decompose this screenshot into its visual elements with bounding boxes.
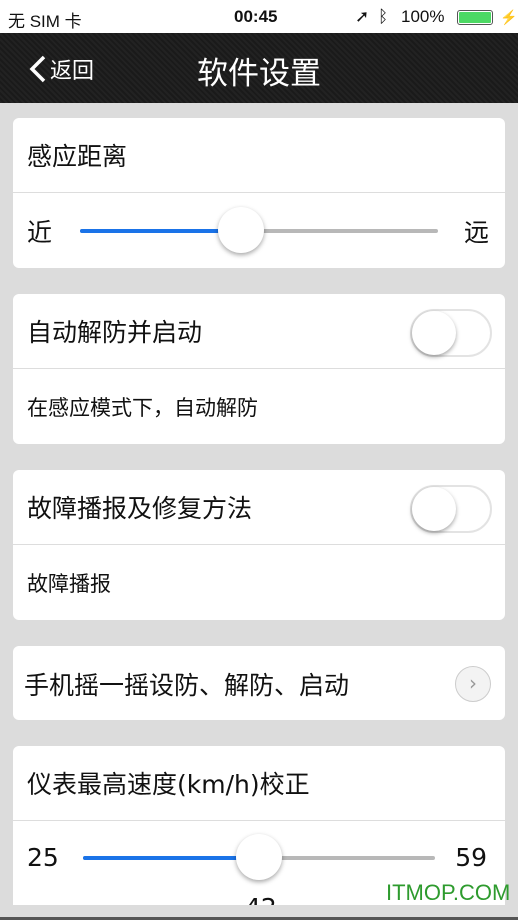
sensing-slider[interactable] xyxy=(80,207,438,253)
label: 手机摇一摇设防、解防、启动 xyxy=(24,670,350,700)
auto-disarm-toggle[interactable] xyxy=(410,309,492,357)
status-bar: 无 SIM 卡 00:45 ➚ ᛒ 100% ⚡ xyxy=(0,0,518,33)
slider-fill xyxy=(83,856,259,860)
battery-percent: 100% xyxy=(401,7,445,26)
watermark: ITMOP.COM xyxy=(386,880,511,905)
label: 仪表最高速度(km/h)校正 xyxy=(27,770,310,799)
sensing-card: 感应距离 近 远 xyxy=(13,118,505,268)
max-label: 59 xyxy=(455,843,487,872)
page-title: 软件设置 xyxy=(197,56,321,92)
bluetooth-icon: ᛒ xyxy=(378,7,389,26)
min-label: 25 xyxy=(27,843,59,872)
shake-row[interactable]: 手机摇一摇设防、解防、启动 › xyxy=(13,646,505,720)
label: 故障播报及修复方法 xyxy=(27,494,253,523)
fault-report-description: 故障播报 xyxy=(13,545,505,620)
speed-slider[interactable] xyxy=(83,834,435,880)
auto-disarm-row: 自动解防并启动 xyxy=(13,294,505,369)
speed-title: 仪表最高速度(km/h)校正 xyxy=(13,746,505,821)
auto-disarm-description: 在感应模式下，自动解防 xyxy=(13,369,505,444)
max-label: 远 xyxy=(463,217,489,247)
battery-icon xyxy=(457,10,493,25)
slider-fill xyxy=(80,229,242,233)
location-icon: ➚ xyxy=(355,7,370,26)
auto-disarm-card: 自动解防并启动 在感应模式下，自动解防 xyxy=(13,294,505,444)
sensing-title: 感应距离 xyxy=(13,118,505,193)
label: 自动解防并启动 xyxy=(27,318,203,347)
charging-icon: ⚡ xyxy=(500,9,518,25)
fault-report-card: 故障播报及修复方法 故障播报 xyxy=(13,470,505,620)
fault-report-row: 故障播报及修复方法 xyxy=(13,470,505,545)
label: 在感应模式下，自动解防 xyxy=(27,395,258,420)
nav-bar: 返回 软件设置 xyxy=(0,33,518,103)
bottom-edge xyxy=(0,905,518,920)
fault-report-toggle[interactable] xyxy=(410,485,492,533)
carrier: 无 SIM 卡 xyxy=(8,12,82,31)
slider-thumb[interactable] xyxy=(218,207,265,253)
label: 故障播报 xyxy=(27,571,111,596)
shake-card[interactable]: 手机摇一摇设防、解防、启动 › xyxy=(13,646,505,720)
min-label: 近 xyxy=(27,217,53,247)
time: 00:45 xyxy=(234,7,278,26)
chevron-right-icon[interactable]: › xyxy=(455,666,491,702)
sensing-slider-row: 近 远 xyxy=(13,193,505,268)
slider-thumb[interactable] xyxy=(236,834,282,880)
label: 感应距离 xyxy=(27,142,128,171)
